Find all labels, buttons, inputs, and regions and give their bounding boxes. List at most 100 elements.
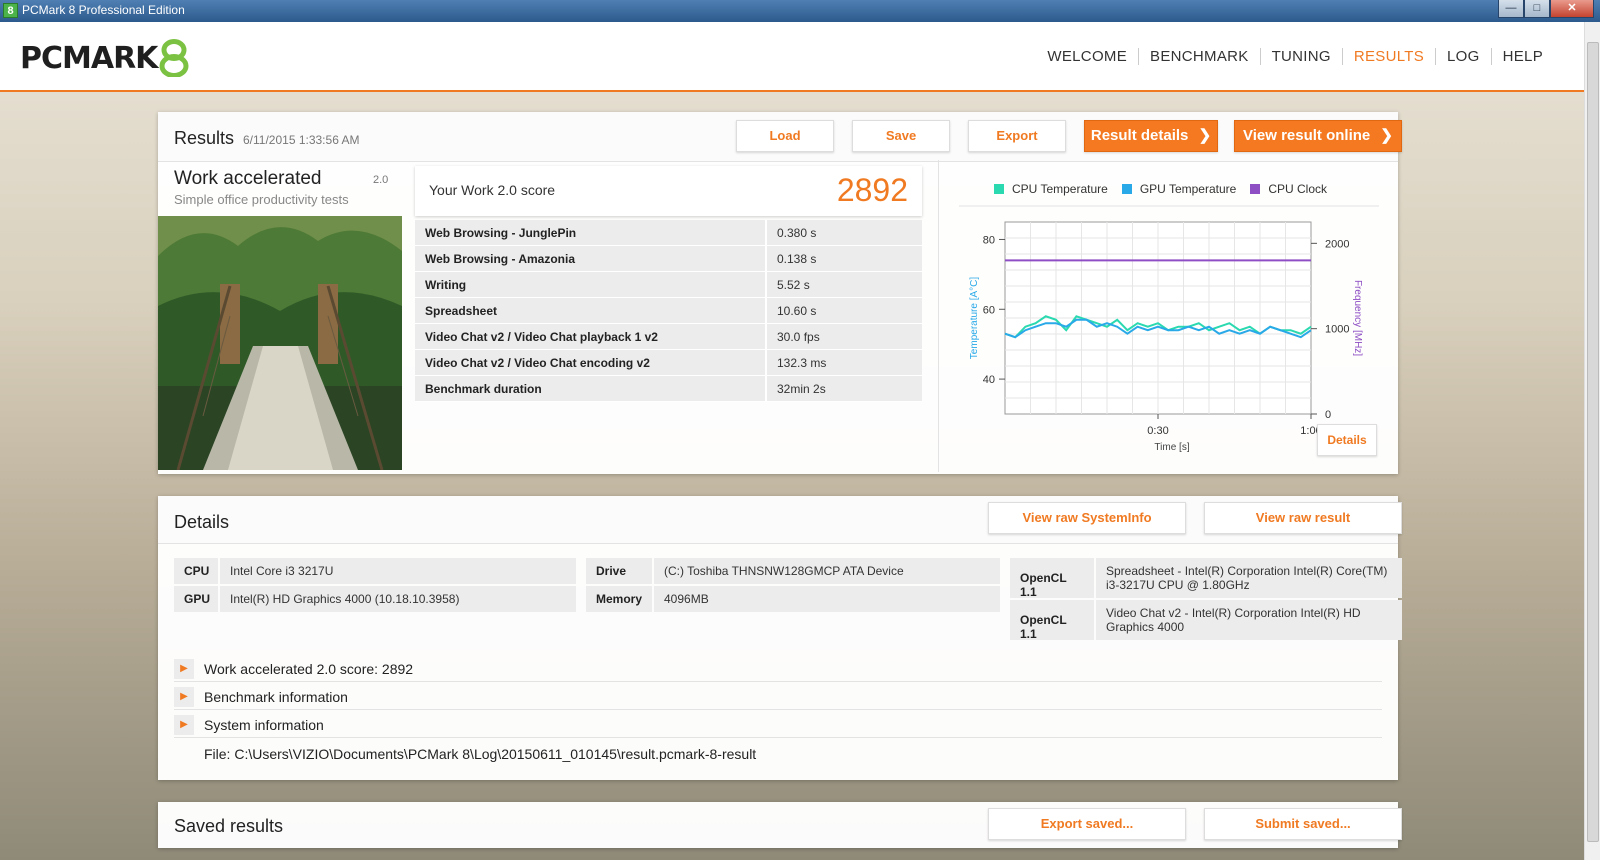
results-date: 6/11/2015 1:33:56 AM	[243, 133, 360, 147]
chevron-right-icon: ❯	[1198, 127, 1212, 144]
memory-value: 4096MB	[654, 586, 1000, 612]
memory-key: Memory	[586, 586, 652, 612]
window-titlebar: 8 PCMark 8 Professional Edition — □ ✕	[0, 0, 1600, 22]
close-icon[interactable]: ✕	[1550, 0, 1594, 18]
opencl-line: Spreadsheet - Intel(R) Corporation Intel…	[1106, 564, 1388, 578]
caret-right-icon: ▶	[174, 658, 194, 679]
table-row: Video Chat v2 / Video Chat encoding v2 1…	[415, 350, 922, 376]
result-value: 0.380 s	[767, 220, 922, 245]
export-saved-button[interactable]: Export saved...	[988, 808, 1186, 840]
test-name: Work accelerated	[174, 168, 322, 189]
result-name: Web Browsing - Amazonia	[415, 246, 767, 271]
table-row: Web Browsing - JunglePin 0.380 s	[415, 220, 922, 246]
details-title: Details	[174, 512, 230, 532]
app-header: PCMARK WELCOME BENCHMARK TUNING RESULTS …	[0, 22, 1584, 92]
chart-details-button[interactable]: Details	[1317, 424, 1377, 456]
table-row: Spreadsheet 10.60 s	[415, 298, 922, 324]
result-details-button[interactable]: Result details ❯	[1084, 120, 1218, 152]
y-left-tick-label: 80	[983, 234, 995, 246]
table-row: Web Browsing - Amazonia 0.138 s	[415, 246, 922, 272]
result-value: 132.3 ms	[767, 350, 922, 375]
drive-value: (C:) Toshiba THNSNW128GMCP ATA Device	[654, 558, 1000, 584]
y-right-tick-label: 2000	[1325, 238, 1349, 250]
opencl-line: i3-3217U CPU @ 1.80GHz	[1106, 578, 1250, 592]
vertical-scrollbar[interactable]	[1584, 22, 1600, 860]
result-name: Benchmark duration	[415, 376, 767, 401]
expander-benchmark-info[interactable]: ▶ Benchmark information	[174, 684, 1382, 710]
opencl-line: Video Chat v2 - Intel(R) Corporation Int…	[1106, 606, 1361, 620]
submit-saved-button[interactable]: Submit saved...	[1204, 808, 1402, 840]
view-raw-sysinfo-button[interactable]: View raw SystemInfo	[988, 502, 1186, 534]
scrollbar-thumb[interactable]	[1587, 42, 1599, 842]
result-name: Video Chat v2 / Video Chat playback 1 v2	[415, 324, 767, 349]
table-row: Benchmark duration 32min 2s	[415, 376, 922, 402]
result-name: Video Chat v2 / Video Chat encoding v2	[415, 350, 767, 375]
score-label: Your Work 2.0 score	[429, 182, 556, 198]
cpu-key: CPU	[174, 558, 218, 584]
table-row: Video Chat v2 / Video Chat playback 1 v2…	[415, 324, 922, 350]
test-image	[158, 216, 402, 470]
expander-system-info[interactable]: ▶ System information	[174, 712, 1382, 738]
result-value: 10.60 s	[767, 298, 922, 323]
score-box: Your Work 2.0 score 2892	[415, 166, 922, 216]
nav-results[interactable]: RESULTS	[1341, 48, 1435, 65]
result-details-label: Result details	[1090, 127, 1189, 144]
export-button[interactable]: Export	[968, 120, 1066, 152]
expander-label: Work accelerated 2.0 score: 2892	[204, 660, 414, 677]
y-left-tick-label: 60	[983, 304, 995, 316]
caret-right-icon: ▶	[174, 686, 194, 707]
opencl-key: OpenCL 1.1	[1010, 558, 1094, 599]
score-value: 2892	[836, 172, 908, 208]
test-version: 2.0	[373, 174, 389, 186]
nav-log[interactable]: LOG	[1435, 48, 1491, 65]
expander-label: Benchmark information	[204, 688, 348, 705]
nav-benchmark[interactable]: BENCHMARK	[1138, 48, 1260, 65]
y-right-axis-label: Frequency [MHz]	[1352, 280, 1363, 356]
load-button[interactable]: Load	[736, 120, 834, 152]
result-value: 32min 2s	[767, 376, 922, 401]
nav-help[interactable]: HELP	[1490, 48, 1554, 65]
saved-results-panel: Saved results Export saved... Submit sav…	[158, 802, 1402, 848]
x-axis-label: Time [s]	[1154, 442, 1189, 453]
caret-right-icon: ▶	[174, 714, 194, 735]
maximize-icon[interactable]: □	[1524, 0, 1550, 18]
opencl-value: Video Chat v2 - Intel(R) Corporation Int…	[1096, 600, 1402, 640]
expander-score[interactable]: ▶ Work accelerated 2.0 score: 2892	[174, 656, 1382, 682]
monitoring-chart: CPU Temperature GPU Temperature CPU Cloc…	[938, 160, 1392, 472]
chevron-right-icon: ❯	[1380, 127, 1393, 144]
window-controls: — □ ✕	[1498, 0, 1594, 18]
result-file-path: File: C:\Users\VIZIO\Documents\PCMark 8\…	[204, 746, 757, 762]
saved-results-title: Saved results	[174, 816, 284, 836]
opencl-value: Spreadsheet - Intel(R) Corporation Intel…	[1096, 558, 1402, 598]
gpu-key: GPU	[174, 586, 218, 612]
opencl-line: Graphics 4000	[1106, 620, 1185, 634]
app-icon: 8	[3, 3, 18, 18]
result-name: Writing	[415, 272, 767, 297]
result-name: Spreadsheet	[415, 298, 767, 323]
nav-tuning[interactable]: TUNING	[1259, 48, 1342, 65]
y-left-axis-label: Temperature [A°C]	[969, 277, 980, 360]
details-panel: Details View raw SystemInfo View raw res…	[158, 496, 1402, 780]
cpu-value: Intel Core i3 3217U	[220, 558, 576, 584]
nav-welcome[interactable]: WELCOME	[1036, 48, 1138, 65]
view-online-label: View result online	[1242, 127, 1371, 144]
drive-key: Drive	[586, 558, 652, 584]
x-tick-label: 0:30	[1147, 425, 1168, 437]
result-value: 0.138 s	[767, 246, 922, 271]
main-nav: WELCOME BENCHMARK TUNING RESULTS LOG HEL…	[1036, 48, 1554, 65]
result-name: Web Browsing - JunglePin	[415, 220, 767, 245]
minimize-icon[interactable]: —	[1498, 0, 1524, 18]
result-value: 30.0 fps	[767, 324, 922, 349]
logo-wordmark: PCMARK	[20, 40, 158, 76]
test-description: Simple office productivity tests	[174, 192, 349, 207]
window-title: PCMark 8 Professional Edition	[22, 3, 185, 17]
logo-8-icon	[159, 39, 189, 77]
save-button[interactable]: Save	[852, 120, 950, 152]
pcmark-logo: PCMARK	[20, 38, 191, 78]
table-row: Writing 5.52 s	[415, 272, 922, 298]
view-raw-result-button[interactable]: View raw result	[1204, 502, 1402, 534]
results-table: Web Browsing - JunglePin 0.380 s Web Bro…	[415, 220, 922, 402]
y-right-tick-label: 1000	[1325, 324, 1349, 336]
view-online-button[interactable]: View result online ❯	[1234, 120, 1402, 152]
result-value: 5.52 s	[767, 272, 922, 297]
